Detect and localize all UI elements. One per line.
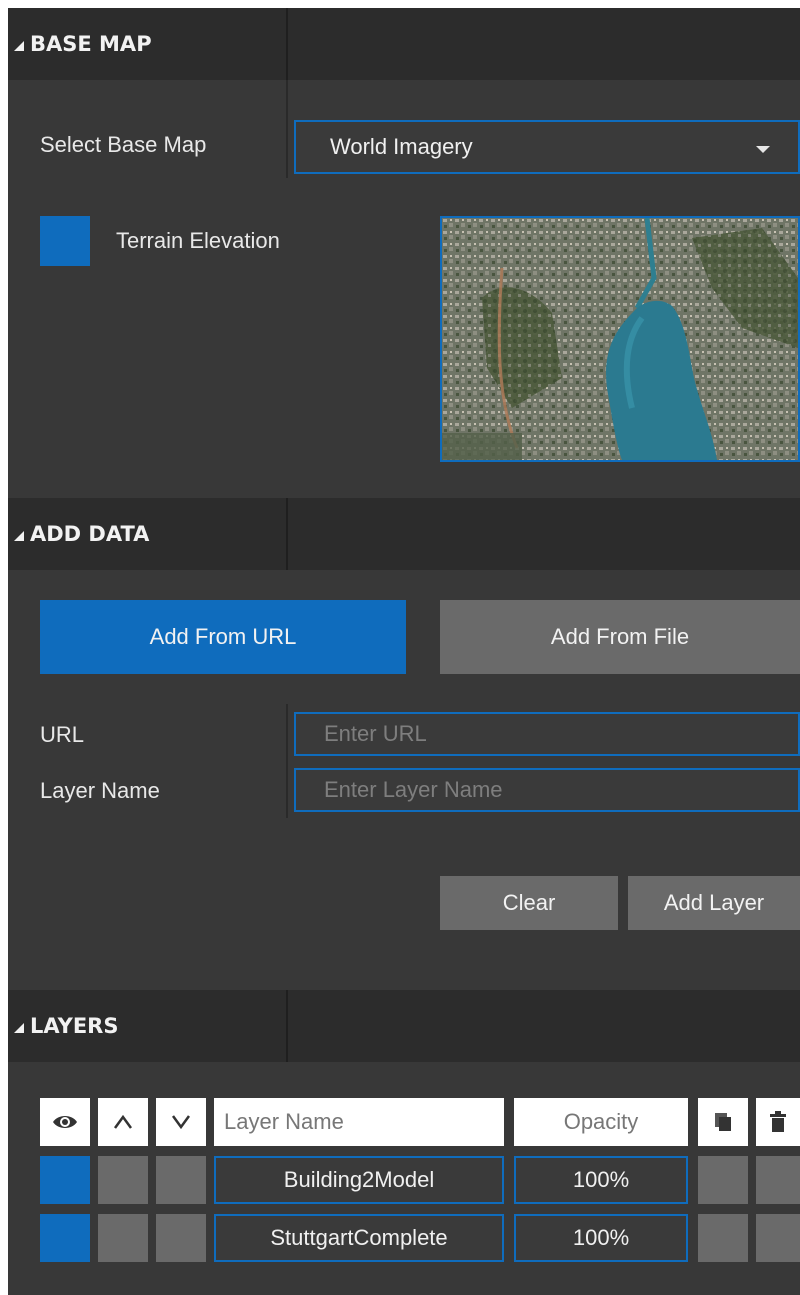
layers-header[interactable]: LAYERS [8, 990, 800, 1062]
layer-opacity-field[interactable]: 100% [514, 1214, 688, 1262]
add-from-url-tab[interactable]: Add From URL [40, 600, 406, 674]
base-map-preview-image [440, 216, 800, 462]
layer-copy-button[interactable] [698, 1156, 748, 1204]
move-down-column-header[interactable] [156, 1098, 206, 1146]
collapse-triangle-icon [14, 1023, 24, 1033]
base-map-header[interactable]: BASE MAP [8, 8, 800, 80]
header-divider [286, 8, 288, 80]
layer-delete-button[interactable] [756, 1214, 800, 1262]
layer-visibility-toggle[interactable] [40, 1214, 90, 1262]
url-label: URL [40, 722, 85, 747]
layer-name-input[interactable]: Enter Layer Name [294, 768, 800, 812]
base-map-select-value: World Imagery [330, 134, 473, 159]
terrain-elevation-checkbox[interactable] [40, 216, 90, 266]
header-divider [286, 498, 288, 570]
visibility-column-header[interactable] [40, 1098, 90, 1146]
layer-opacity-field[interactable]: 100% [514, 1156, 688, 1204]
layer-move-down-button[interactable] [156, 1156, 206, 1204]
layer-move-up-button[interactable] [98, 1156, 148, 1204]
layer-copy-button[interactable] [698, 1214, 748, 1262]
eye-icon [53, 1116, 77, 1128]
chevron-down-icon [171, 1115, 191, 1130]
opacity-column-header[interactable]: Opacity [514, 1098, 688, 1146]
add-data-header[interactable]: ADD DATA [8, 498, 800, 570]
move-up-column-header[interactable] [98, 1098, 148, 1146]
copy-column-header[interactable] [698, 1098, 748, 1146]
section-title: BASE MAP [30, 32, 152, 56]
layer-name-field[interactable]: StuttgartComplete [214, 1214, 504, 1262]
add-layer-button[interactable]: Add Layer [628, 876, 800, 930]
select-base-map-label: Select Base Map [40, 132, 207, 157]
section-title: ADD DATA [30, 522, 150, 546]
properties-panel: BASE MAP Select Base Map World Imagery T… [8, 8, 800, 1295]
layer-visibility-toggle[interactable] [40, 1156, 90, 1204]
header-divider [286, 990, 288, 1062]
satellite-preview [442, 218, 798, 460]
url-input[interactable]: Enter URL [294, 712, 800, 756]
section-title: LAYERS [30, 1014, 119, 1038]
terrain-elevation-label: Terrain Elevation [116, 228, 280, 253]
collapse-triangle-icon [14, 41, 24, 51]
add-from-file-tab[interactable]: Add From File [440, 600, 800, 674]
clear-button[interactable]: Clear [440, 876, 618, 930]
layer-name-column-header[interactable]: Layer Name [214, 1098, 504, 1146]
layer-delete-button[interactable] [756, 1156, 800, 1204]
column-divider [286, 80, 288, 178]
copy-icon [715, 1113, 731, 1131]
collapse-triangle-icon [14, 531, 24, 541]
layer-move-down-button[interactable] [156, 1214, 206, 1262]
layer-name-label: Layer Name [40, 778, 160, 803]
delete-column-header[interactable] [756, 1098, 800, 1146]
chevron-up-icon [113, 1114, 133, 1129]
layer-move-up-button[interactable] [98, 1214, 148, 1262]
column-divider [286, 704, 288, 818]
dropdown-caret-icon [756, 146, 770, 153]
trash-icon [770, 1111, 786, 1132]
base-map-select[interactable]: World Imagery [294, 120, 800, 174]
layer-name-field[interactable]: Building2Model [214, 1156, 504, 1204]
